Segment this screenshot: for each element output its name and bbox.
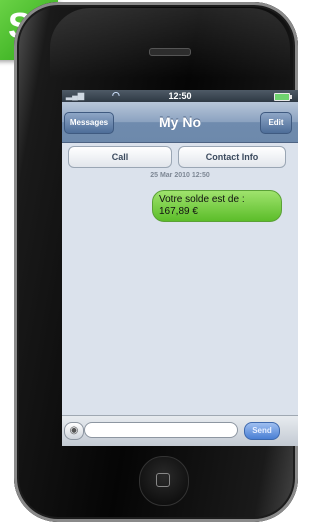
earpiece-speaker (149, 48, 191, 56)
phone-gloss (50, 8, 290, 78)
phone-screen: ▂▄▆ ◠ 12:50 Messages My No Edit Call Con… (62, 90, 298, 446)
home-button[interactable] (139, 456, 189, 506)
composer-bar: ◉ Send (62, 415, 298, 446)
battery-icon (274, 93, 292, 101)
navigation-bar: Messages My No Edit (62, 102, 298, 143)
camera-icon[interactable]: ◉ (64, 422, 84, 440)
message-text-line2: 167,89 € (159, 206, 198, 217)
message-text-line1: Votre solde est de : (159, 194, 245, 205)
status-bar: ▂▄▆ ◠ 12:50 (62, 90, 298, 102)
status-time: 12:50 (168, 91, 192, 101)
contact-actions: Call Contact Info (62, 146, 298, 168)
home-square-icon (156, 473, 170, 487)
send-button[interactable]: Send (244, 422, 280, 440)
contact-info-button[interactable]: Contact Info (178, 146, 286, 168)
call-button[interactable]: Call (68, 146, 172, 168)
message-timestamp: 25 Mar 2010 12:50 (150, 172, 210, 179)
message-bubble: Votre solde est de : 167,89 € (152, 190, 282, 222)
phone-frame: ▂▄▆ ◠ 12:50 Messages My No Edit Call Con… (14, 2, 298, 522)
edit-button[interactable]: Edit (260, 112, 292, 134)
message-input[interactable] (84, 422, 238, 438)
